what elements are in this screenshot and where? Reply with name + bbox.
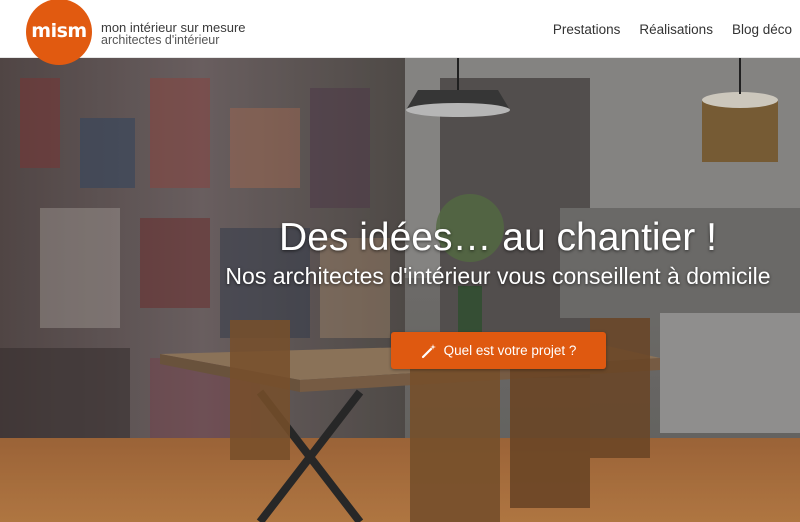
hero-section: Des idées… au chantier ! Nos architectes… [0, 58, 800, 522]
nav-item-realisations[interactable]: Réalisations [639, 22, 713, 37]
brand-tagline: mon intérieur sur mesure architectes d'i… [101, 21, 246, 47]
hero-subtitle: Nos architectes d'intérieur vous conseil… [225, 263, 771, 289]
tagline-line2: architectes d'intérieur [101, 33, 220, 47]
main-nav: Prestations Réalisations Blog déco [534, 22, 792, 37]
magic-wand-icon [421, 343, 436, 358]
site-header: mism mon intérieur sur mesure architecte… [0, 0, 800, 65]
hero-title: Des idées… au chantier ! [279, 216, 717, 259]
hero-overlay [0, 58, 800, 522]
logo-text: mism [31, 20, 87, 42]
site-logo[interactable]: mism [26, 0, 92, 65]
project-cta-button[interactable]: Quel est votre projet ? [391, 332, 606, 369]
cta-label: Quel est votre projet ? [443, 343, 577, 358]
nav-item-blog-deco[interactable]: Blog déco [732, 22, 792, 37]
nav-item-prestations[interactable]: Prestations [553, 22, 621, 37]
